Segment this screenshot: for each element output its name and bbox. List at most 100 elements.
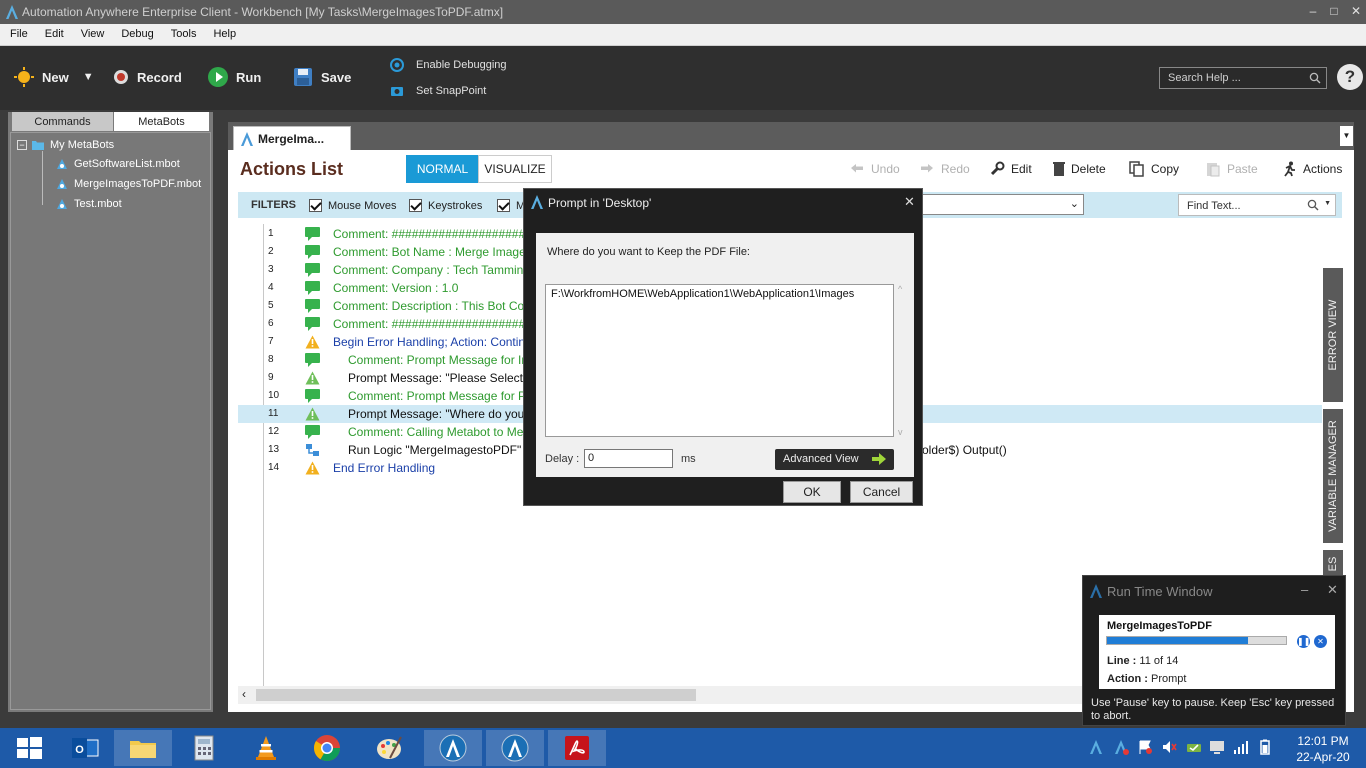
- third-side-tab[interactable]: ES: [1323, 550, 1343, 578]
- find-text-input[interactable]: Find Text... ▼: [1178, 194, 1336, 216]
- delay-unit: ms: [681, 453, 696, 465]
- copy-button[interactable]: Copy: [1129, 161, 1179, 177]
- stop-icon[interactable]: ✕: [1314, 635, 1327, 648]
- maximize-button[interactable]: □: [1327, 4, 1341, 18]
- delay-label: Delay :: [545, 453, 580, 465]
- action-text: Comment: Description : This Bot Convert: [333, 299, 551, 313]
- menu-view[interactable]: View: [71, 24, 112, 46]
- normal-mode-button[interactable]: NORMAL: [406, 155, 479, 183]
- taskbar-vlc[interactable]: [237, 730, 295, 766]
- third-filter-checkbox[interactable]: [497, 199, 510, 212]
- taskbar-acrobat[interactable]: [548, 730, 606, 766]
- search-help-input[interactable]: Search Help ...: [1159, 67, 1327, 89]
- run-time-minimize-button[interactable]: –: [1301, 582, 1308, 597]
- run-time-close-button[interactable]: ✕: [1327, 582, 1338, 598]
- action-text: Comment: Company : Tech Tammina: [333, 263, 530, 277]
- menu-tools[interactable]: Tools: [161, 24, 204, 46]
- tray-monitor-icon[interactable]: [1209, 739, 1225, 755]
- search-help-placeholder: Search Help ...: [1168, 72, 1241, 84]
- taskbar-paint[interactable]: [360, 730, 418, 766]
- run-time-title: Run Time Window: [1107, 584, 1213, 599]
- taskbar-automation-anywhere-2[interactable]: [486, 730, 544, 766]
- new-button[interactable]: New ▼: [14, 66, 94, 88]
- tree-item-mergeimagestopdf[interactable]: MergeImagesToPDF.mbot: [55, 177, 201, 191]
- delay-input[interactable]: 0: [584, 449, 673, 468]
- set-snappoint-button[interactable]: Set SnapPoint: [390, 84, 486, 98]
- record-button[interactable]: Record: [113, 66, 182, 88]
- scrollbar-thumb[interactable]: [256, 689, 696, 701]
- filter-third[interactable]: M: [497, 199, 525, 212]
- system-clock[interactable]: 12:01 PM 22-Apr-20: [1286, 733, 1360, 765]
- tray-automation-anywhere-alert-icon[interactable]: [1113, 739, 1129, 755]
- tab-list-dropdown[interactable]: ▼: [1340, 126, 1353, 146]
- minimize-button[interactable]: –: [1306, 4, 1320, 18]
- search-icon[interactable]: [1309, 72, 1321, 84]
- volume-muted-icon[interactable]: [1161, 739, 1177, 755]
- pause-icon[interactable]: ❚❚: [1297, 635, 1310, 648]
- action-text: Comment: Bot Name : Merge Images to: [333, 245, 546, 259]
- tree-item-getsoftwarelist[interactable]: GetSoftwareList.mbot: [55, 157, 180, 171]
- delete-button[interactable]: Delete: [1053, 161, 1106, 177]
- keystrokes-checkbox[interactable]: [409, 199, 422, 212]
- cancel-button[interactable]: Cancel: [850, 481, 913, 503]
- progress-bar-fill: [1107, 637, 1248, 644]
- action-status: Action : Prompt: [1107, 673, 1186, 685]
- textarea-scrollbar[interactable]: ^ v: [896, 284, 908, 437]
- taskbar-chrome[interactable]: [298, 730, 356, 766]
- filter-keystrokes[interactable]: Keystrokes: [409, 199, 482, 212]
- taskbar-file-explorer[interactable]: [114, 730, 172, 766]
- tray-security-icon[interactable]: [1186, 739, 1202, 755]
- battery-icon[interactable]: [1257, 739, 1273, 755]
- search-icon[interactable]: [1307, 199, 1319, 211]
- taskbar-outlook[interactable]: O: [56, 730, 114, 766]
- run-button[interactable]: Run: [208, 66, 261, 88]
- run-time-hint: Use 'Pause' key to pause. Keep 'Esc' key…: [1091, 697, 1335, 722]
- menu-debug[interactable]: Debug: [111, 24, 160, 46]
- tray-automation-anywhere-icon[interactable]: [1088, 739, 1104, 755]
- close-window-button[interactable]: ✕: [1349, 4, 1363, 18]
- tray-flag-icon[interactable]: [1137, 739, 1153, 755]
- record-icon: [114, 70, 128, 84]
- actions-button[interactable]: Actions: [1281, 161, 1342, 177]
- filter-dropdown[interactable]: ⌄: [918, 194, 1084, 215]
- enable-debugging-button[interactable]: Enable Debugging: [390, 58, 507, 72]
- ok-button[interactable]: OK: [783, 481, 841, 503]
- menu-help[interactable]: Help: [203, 24, 243, 46]
- tree-item-test[interactable]: Test.mbot: [55, 197, 122, 211]
- scroll-left-icon[interactable]: ‹: [242, 687, 246, 701]
- paste-button[interactable]: Paste: [1205, 161, 1258, 177]
- line-number: 4: [268, 282, 274, 293]
- run-time-card: MergeImagesToPDF ❚❚ ✕ Line : 11 of 14 Ac…: [1099, 615, 1335, 689]
- variable-manager-label: VARIABLE MANAGER: [1327, 420, 1339, 532]
- edit-button[interactable]: Edit: [989, 161, 1032, 177]
- taskbar-calculator[interactable]: [175, 730, 233, 766]
- dialog-close-icon[interactable]: ✕: [904, 194, 915, 210]
- taskbar-automation-anywhere-1[interactable]: [424, 730, 482, 766]
- prompt-answer-textarea[interactable]: F:\WorkfromHOME\WebApplication1\WebAppli…: [545, 284, 894, 437]
- search-options-icon[interactable]: ▼: [1324, 200, 1331, 207]
- automation-anywhere-logo-icon: [1090, 584, 1102, 598]
- network-signal-icon[interactable]: [1233, 739, 1249, 755]
- mouse-moves-checkbox[interactable]: [309, 199, 322, 212]
- automation-anywhere-logo-icon: [439, 734, 467, 762]
- new-dropdown-icon[interactable]: ▼: [83, 71, 94, 83]
- start-button[interactable]: [0, 730, 58, 766]
- variable-manager-tab[interactable]: VARIABLE MANAGER: [1323, 409, 1343, 543]
- undo-button[interactable]: Undo: [849, 161, 900, 177]
- redo-button[interactable]: Redo: [919, 161, 970, 177]
- comment-icon: [305, 353, 320, 367]
- tab-metabots[interactable]: MetaBots: [114, 112, 209, 131]
- filter-mouse-moves[interactable]: Mouse Moves: [309, 199, 396, 212]
- collapse-icon[interactable]: −: [17, 140, 27, 150]
- trash-icon: [1053, 162, 1065, 176]
- tree-root[interactable]: − My MetaBots: [17, 138, 114, 152]
- visualize-mode-button[interactable]: VISUALIZE: [478, 155, 552, 183]
- help-button[interactable]: ?: [1337, 64, 1363, 90]
- menu-edit[interactable]: Edit: [35, 24, 71, 46]
- document-tab[interactable]: MergeIma...: [233, 126, 351, 150]
- error-view-tab[interactable]: ERROR VIEW: [1323, 268, 1343, 402]
- menu-file[interactable]: File: [0, 24, 35, 46]
- tab-commands[interactable]: Commands: [12, 112, 113, 131]
- save-button[interactable]: Save: [293, 66, 351, 88]
- advanced-view-button[interactable]: Advanced View: [775, 449, 894, 470]
